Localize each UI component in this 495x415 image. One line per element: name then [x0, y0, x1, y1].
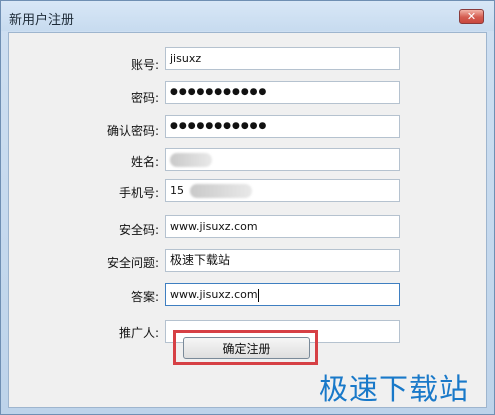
phone-input[interactable]: 15	[165, 179, 400, 202]
security-question-input[interactable]: 极速下载站	[165, 249, 400, 272]
close-icon: ✕	[466, 10, 477, 23]
name-blur-mask	[170, 153, 212, 167]
confirm-password-input[interactable]: ●●●●●●●●●●●	[165, 115, 400, 138]
name-input[interactable]	[165, 148, 400, 171]
answer-label: 答案:	[130, 290, 159, 304]
title-bar: 新用户注册 ✕	[1, 1, 494, 31]
text-cursor	[257, 288, 259, 302]
phone-label: 手机号:	[118, 186, 159, 200]
phone-blur-mask	[189, 184, 252, 198]
account-input[interactable]: jisuxz	[165, 47, 400, 70]
confirm-register-button[interactable]: 确定注册	[183, 337, 310, 359]
registration-window: 新用户注册 ✕ 账号: jisuxz 密码: ●●●●●●●●●●● 确认密码:…	[0, 0, 495, 415]
name-label: 姓名:	[130, 155, 159, 169]
password-input[interactable]: ●●●●●●●●●●●	[165, 81, 400, 104]
account-label: 账号:	[130, 58, 159, 72]
confirm-password-label: 确认密码:	[106, 124, 159, 138]
referrer-label: 推广人:	[118, 326, 159, 340]
watermark-logo: 极速下载站	[319, 372, 470, 406]
answer-value: www.jisuxz.com	[170, 288, 258, 301]
security-code-label: 安全码:	[118, 223, 159, 237]
password-label: 密码:	[130, 91, 159, 105]
security-code-input[interactable]: www.jisuxz.com	[165, 215, 400, 238]
window-title: 新用户注册	[9, 13, 75, 28]
phone-value: 15	[170, 184, 184, 197]
security-question-label: 安全问题:	[106, 256, 159, 270]
close-button[interactable]: ✕	[459, 9, 484, 24]
answer-input[interactable]: www.jisuxz.com	[165, 283, 400, 306]
